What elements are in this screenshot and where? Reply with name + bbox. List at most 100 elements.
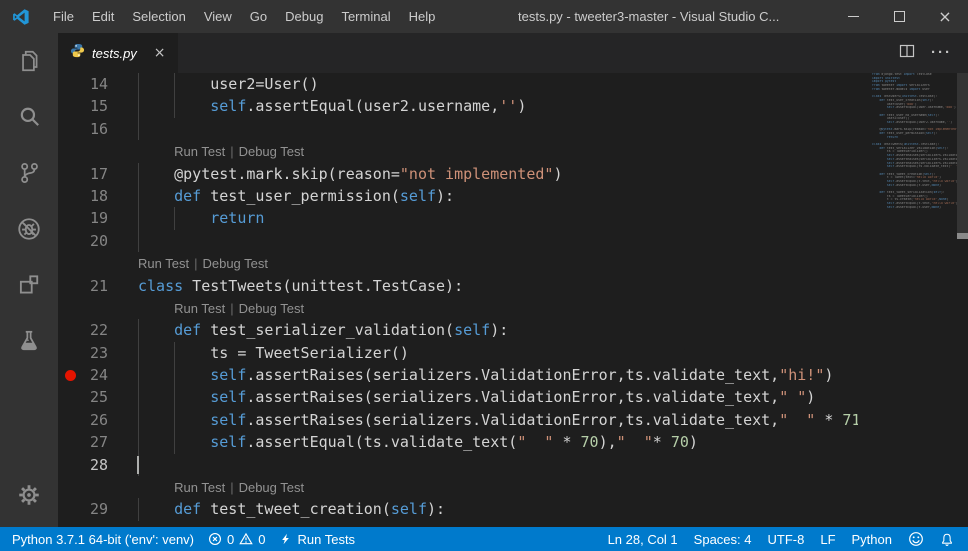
code-line-28[interactable]: 28 — [58, 454, 858, 476]
line-number[interactable]: 17 — [58, 163, 108, 185]
code-text: user2=User() — [138, 73, 319, 95]
indent-guide — [138, 207, 139, 229]
line-number[interactable]: 14 — [58, 73, 108, 95]
minimize-button[interactable] — [830, 0, 876, 33]
line-number[interactable]: 25 — [58, 386, 108, 408]
more-actions-icon[interactable]: ··· — [931, 48, 952, 58]
line-number[interactable]: 28 — [58, 454, 108, 476]
code-line-25[interactable]: 25 self.assertRaises(serializers.Validat… — [58, 386, 858, 408]
code-line-18[interactable]: 18 def test_user_permission(self): — [58, 185, 858, 207]
settings-gear-icon[interactable] — [0, 467, 58, 523]
codelens-run-test-link[interactable]: Run Test — [174, 144, 225, 159]
line-number[interactable]: 26 — [58, 409, 108, 431]
tab-label: tests.py — [92, 46, 137, 61]
codelens-debug-test-link[interactable]: Debug Test — [202, 256, 268, 271]
menu-terminal[interactable]: Terminal — [332, 0, 399, 33]
codelens-run-test-link[interactable]: Run Test — [174, 301, 225, 316]
line-number[interactable]: 21 — [58, 275, 108, 297]
explorer-icon[interactable] — [0, 33, 58, 89]
menubar: FileEditSelectionViewGoDebugTerminalHelp — [44, 0, 444, 33]
activity-bar — [0, 33, 58, 527]
status-feedback-smiley[interactable] — [908, 531, 924, 547]
code-text: ts = TweetSerializer() — [138, 342, 409, 364]
code-line-16[interactable]: 16 — [58, 118, 858, 140]
extensions-icon[interactable] — [0, 257, 58, 313]
codelens-debug-test-link[interactable]: Debug Test — [239, 144, 305, 159]
tab-tests-py[interactable]: tests.py × — [58, 33, 178, 73]
code-text: def test_serializer_validation(self): — [138, 319, 508, 341]
code-line-23[interactable]: 23 ts = TweetSerializer() — [58, 342, 858, 364]
status-python-interpreter[interactable]: Python 3.7.1 64-bit ('env': venv) — [12, 532, 194, 547]
menu-go[interactable]: Go — [241, 0, 276, 33]
menu-file[interactable]: File — [44, 0, 83, 33]
status-notifications-bell[interactable] — [940, 532, 954, 547]
code-area[interactable]: 14 user2=User()15 self.assertEqual(user2… — [58, 73, 858, 521]
status-run-tests[interactable]: Run Tests — [279, 532, 355, 547]
code-line-22[interactable]: 22 def test_serializer_validation(self): — [58, 319, 858, 341]
debug-icon[interactable] — [0, 201, 58, 257]
line-number[interactable]: 23 — [58, 342, 108, 364]
code-line-29[interactable]: 29 def test_tweet_creation(self): — [58, 498, 858, 520]
indent-guide — [138, 95, 139, 117]
minimap[interactable]: from django.test import TestCaseimport u… — [872, 73, 957, 527]
code-line-15[interactable]: 15 self.assertEqual(user2.username,'') — [58, 95, 858, 117]
editor-scrollbar[interactable] — [957, 73, 968, 527]
codelens-debug-test-link[interactable]: Debug Test — [239, 480, 305, 495]
line-number[interactable]: 18 — [58, 185, 108, 207]
code-text: self.assertRaises(serializers.Validation… — [138, 409, 858, 431]
status-indentation[interactable]: Spaces: 4 — [694, 532, 752, 547]
status-language-mode[interactable]: Python — [852, 532, 892, 547]
codelens-run-test-link[interactable]: Run Test — [138, 256, 189, 271]
status-encoding[interactable]: UTF-8 — [768, 532, 805, 547]
menu-view[interactable]: View — [195, 0, 241, 33]
indent-guide — [174, 409, 175, 431]
scrollbar-thumb-handle[interactable] — [957, 233, 968, 239]
line-number[interactable]: 29 — [58, 498, 108, 520]
scrollbar-thumb[interactable] — [957, 73, 968, 233]
status-cursor-position[interactable]: Ln 28, Col 1 — [608, 532, 678, 547]
status-problems[interactable]: 00 — [208, 532, 265, 547]
line-number[interactable]: 22 — [58, 319, 108, 341]
code-text: def test_user_permission(self): — [138, 185, 454, 207]
tab-close-icon[interactable]: × — [154, 45, 166, 61]
line-number[interactable]: 20 — [58, 230, 108, 252]
menu-debug[interactable]: Debug — [276, 0, 332, 33]
code-line-17[interactable]: 17 @pytest.mark.skip(reason="not impleme… — [58, 163, 858, 185]
indent-guide — [174, 431, 175, 453]
codelens: Run Test|Debug Test — [58, 476, 858, 498]
code-line-26[interactable]: 26 self.assertRaises(serializers.Validat… — [58, 409, 858, 431]
search-icon[interactable] — [0, 89, 58, 145]
close-button[interactable]: × — [922, 0, 968, 33]
line-number[interactable]: 27 — [58, 431, 108, 453]
line-number[interactable]: 15 — [58, 95, 108, 117]
window-title: tests.py - tweeter3-master - Visual Stud… — [518, 0, 779, 33]
editor[interactable]: 14 user2=User()15 self.assertEqual(user2… — [58, 73, 968, 527]
code-line-20[interactable]: 20 — [58, 230, 858, 252]
code-line-19[interactable]: 19 return — [58, 207, 858, 229]
code-line-21[interactable]: 21class TestTweets(unittest.TestCase): — [58, 275, 858, 297]
split-editor-icon[interactable] — [899, 43, 915, 64]
code-line-27[interactable]: 27 self.assertEqual(ts.validate_text(" "… — [58, 431, 858, 453]
menu-edit[interactable]: Edit — [83, 0, 123, 33]
codelens-debug-test-link[interactable]: Debug Test — [239, 301, 305, 316]
menu-help[interactable]: Help — [400, 0, 445, 33]
vscode-logo-icon — [12, 8, 30, 26]
source-control-icon[interactable] — [0, 145, 58, 201]
status-eol[interactable]: LF — [820, 532, 835, 547]
code-line-14[interactable]: 14 user2=User() — [58, 73, 858, 95]
indent-guide — [138, 498, 139, 520]
code-line-24[interactable]: 24 self.assertRaises(serializers.Validat… — [58, 364, 858, 386]
codelens-separator: | — [225, 480, 238, 495]
breakpoint-dot[interactable] — [65, 370, 76, 381]
indent-guide — [138, 118, 139, 140]
editor-actions: ··· — [899, 33, 968, 73]
codelens-run-test-link[interactable]: Run Test — [174, 480, 225, 495]
maximize-button[interactable] — [876, 0, 922, 33]
code-text: def test_tweet_creation(self): — [138, 498, 445, 520]
minimap-line — [872, 209, 957, 213]
indent-guide — [174, 73, 175, 95]
line-number[interactable]: 16 — [58, 118, 108, 140]
test-icon[interactable] — [0, 313, 58, 369]
menu-selection[interactable]: Selection — [123, 0, 194, 33]
line-number[interactable]: 19 — [58, 207, 108, 229]
